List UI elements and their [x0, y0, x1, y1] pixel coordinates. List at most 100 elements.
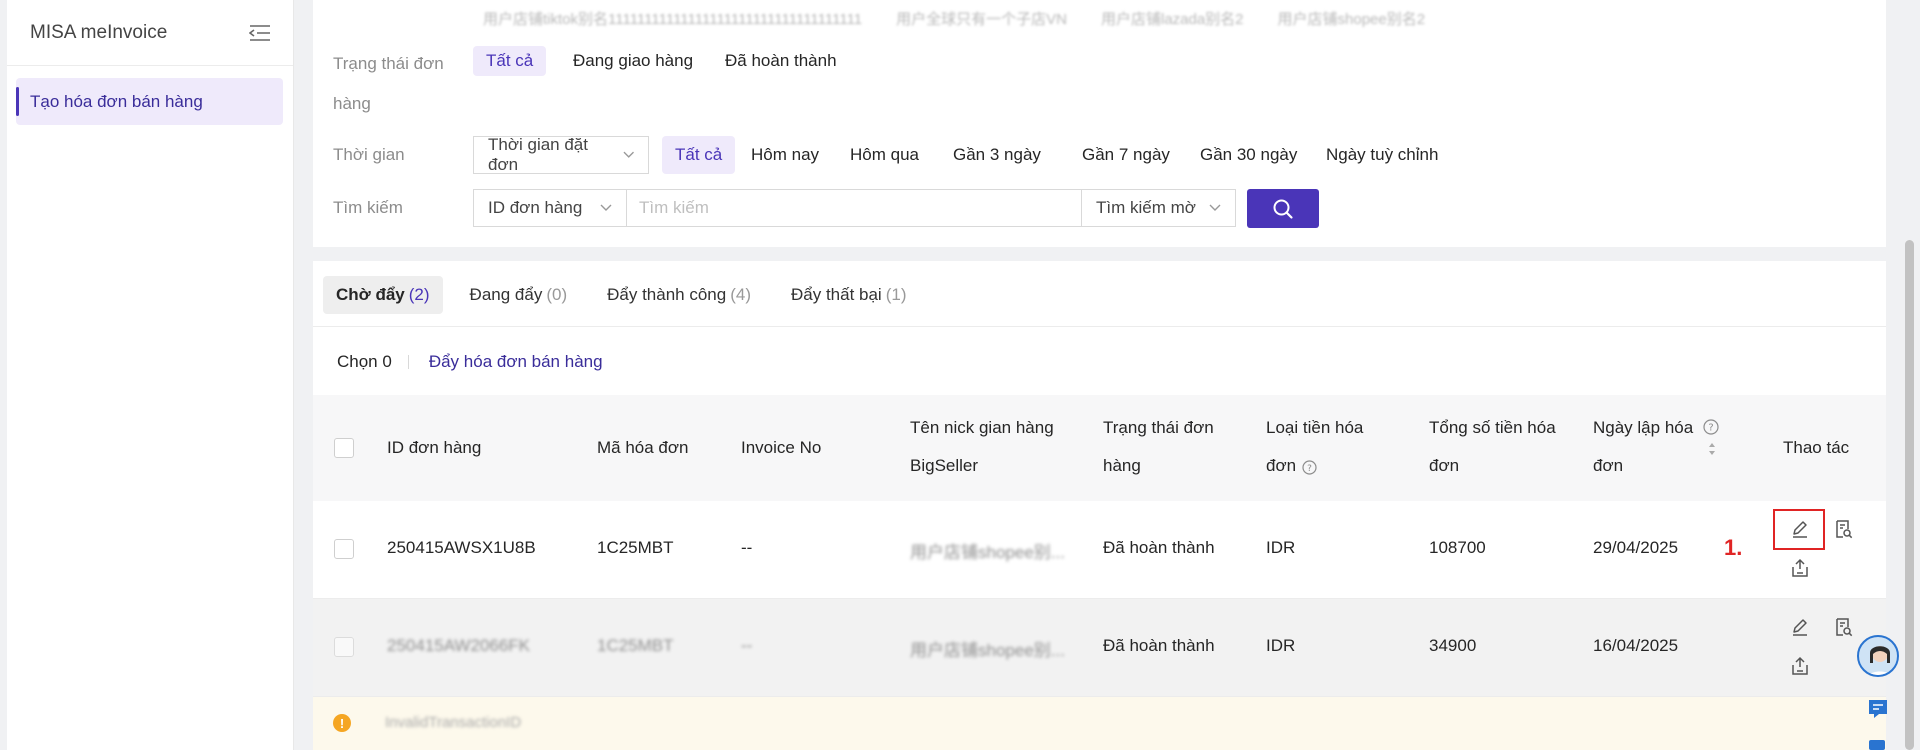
more-widget-icon[interactable] — [1869, 740, 1885, 750]
search-icon — [1273, 199, 1293, 219]
tab-pushing[interactable]: Đang đẩy (0) — [457, 276, 581, 314]
column-header-invoice-date: Ngày lập hóa — [1593, 418, 1694, 437]
store-option[interactable]: 用户店铺shopee别名2 — [1278, 8, 1426, 29]
status-option-shipping[interactable]: Đang giao hàng — [560, 46, 706, 76]
invoice-code: 1C25MBT — [597, 636, 674, 655]
page-scrollbar[interactable] — [1900, 0, 1920, 750]
store-filter-row: 用户店铺tiktok别名1111111111111111111111111111… — [483, 8, 1425, 29]
chevron-down-icon — [1209, 204, 1221, 211]
search-mode-value: Tìm kiếm mờ — [1096, 198, 1196, 217]
search-field-select[interactable]: ID đơn hàng — [473, 189, 627, 227]
column-header-invoice-code: Mã hóa đơn — [597, 438, 689, 457]
order-id[interactable]: 250415AWSX1U8B — [387, 538, 536, 558]
search-input[interactable] — [626, 189, 1082, 227]
order-status: Đã hoàn thành — [1103, 636, 1215, 655]
tab-push-failed[interactable]: Đẩy thất bại (1) — [778, 276, 920, 314]
chat-icon[interactable] — [1866, 697, 1890, 721]
invoice-no: -- — [741, 538, 753, 557]
edit-icon[interactable] — [1789, 616, 1811, 638]
currency: IDR — [1266, 538, 1296, 557]
divider — [407, 355, 409, 369]
svg-text:?: ? — [1708, 423, 1713, 434]
order-id[interactable]: 250415AW2066FK — [387, 636, 530, 656]
tab-push-success[interactable]: Đẩy thành công (4) — [594, 276, 764, 314]
brand-name: MISA meInvoice — [30, 21, 168, 43]
invoice-total: 34900 — [1429, 636, 1477, 655]
tab-count: (2) — [408, 285, 430, 304]
column-header-store-nick-line2: BigSeller — [910, 456, 979, 475]
select-all-checkbox[interactable] — [334, 438, 354, 458]
row-checkbox[interactable] — [334, 637, 354, 657]
column-header-total: Tổng số tiền hóa — [1429, 418, 1556, 437]
invoice-date: 16/04/2025 — [1593, 636, 1679, 655]
main-content: 用户店铺tiktok别名1111111111111111111111111111… — [313, 0, 1886, 750]
search-mode-select[interactable]: Tìm kiếm mờ — [1081, 189, 1236, 227]
scrollbar-thumb[interactable] — [1905, 240, 1914, 750]
store-option[interactable]: 用户店铺tiktok别名1111111111111111111111111111… — [483, 8, 862, 29]
tabs-divider — [313, 326, 1886, 327]
invoice-no: -- — [741, 636, 753, 655]
chevron-down-icon — [600, 204, 612, 211]
status-option-completed[interactable]: Đã hoàn thành — [712, 46, 850, 76]
column-header-invoice-no: Invoice No — [741, 438, 822, 457]
tab-count: (4) — [730, 285, 751, 304]
view-invoice-icon[interactable] — [1832, 518, 1854, 540]
error-message-row: ! InvalidTransactionID — [313, 697, 1886, 750]
search-button[interactable] — [1247, 189, 1319, 228]
tab-label: Đẩy thành công — [607, 285, 727, 304]
edit-icon[interactable] — [1789, 518, 1811, 540]
tab-label: Đang đẩy — [469, 285, 543, 304]
collapse-menu-icon[interactable] — [249, 24, 271, 42]
chevron-down-icon — [623, 151, 634, 158]
sort-icon[interactable] — [1707, 441, 1717, 457]
sidebar-item-create-sales-invoice[interactable]: Tạo hóa đơn bán hàng — [16, 78, 283, 125]
column-header-order-id: ID đơn hàng — [387, 438, 482, 457]
time-type-select[interactable]: Thời gian đặt đơn — [473, 135, 649, 174]
column-header-order-status: Trạng thái đơn — [1103, 418, 1214, 437]
help-icon[interactable]: ? — [1302, 460, 1317, 475]
time-option-yesterday[interactable]: Hôm qua — [837, 136, 932, 174]
status-filter-label-line2: hàng — [333, 94, 371, 113]
column-header-invoice-date-line2: đơn — [1593, 456, 1624, 475]
tab-count: (0) — [546, 285, 568, 304]
table-row: 250415AW2066FK 1C25MBT -- 用户店铺shopee别...… — [313, 599, 1886, 697]
invoice-date: 29/04/2025 — [1593, 538, 1679, 557]
invoice-total: 108700 — [1429, 538, 1486, 557]
time-option-today[interactable]: Hôm nay — [738, 136, 832, 174]
help-icon[interactable]: ? — [1703, 419, 1719, 435]
push-sales-invoice-button[interactable]: Đẩy hóa đơn bán hàng — [429, 352, 603, 372]
tab-pending[interactable]: Chờ đẩy (2) — [323, 276, 443, 314]
upload-icon[interactable] — [1789, 557, 1811, 579]
upload-icon[interactable] — [1789, 655, 1811, 677]
warning-icon: ! — [333, 714, 351, 732]
step-annotation: 1. — [1724, 535, 1743, 560]
column-header-store-nick: Tên nick gian hàng — [910, 418, 1054, 437]
column-header-currency: Loại tiền hóa — [1266, 418, 1364, 437]
time-option-30-days[interactable]: Gần 30 ngày — [1187, 136, 1310, 174]
view-invoice-icon[interactable] — [1832, 616, 1854, 638]
time-option-7-days[interactable]: Gần 7 ngày — [1069, 136, 1183, 174]
column-header-currency-line2: đơn — [1266, 456, 1297, 475]
tab-label: Đẩy thất bại — [790, 285, 882, 304]
column-header-order-status-line2: hàng — [1103, 456, 1141, 475]
store-nick: 用户店铺shopee别... — [910, 641, 1065, 660]
time-option-all[interactable]: Tất cả — [662, 136, 736, 174]
order-status: Đã hoàn thành — [1103, 538, 1215, 557]
sidebar-item-label: Tạo hóa đơn bán hàng — [30, 91, 203, 111]
table-header: ID đơn hàng Mã hóa đơn Invoice No Tên ni… — [313, 395, 1886, 501]
time-type-value: Thời gian đặt đơn — [488, 135, 588, 174]
time-option-3-days[interactable]: Gần 3 ngày — [940, 136, 1054, 174]
support-avatar[interactable] — [1857, 635, 1899, 677]
sidebar: MISA meInvoice Tạo hóa đơn bán hàng — [7, 0, 294, 750]
store-option[interactable]: 用户全球只有一个子店VN — [896, 8, 1067, 29]
selected-count: Chọn 0 — [337, 352, 392, 371]
search-field-value: ID đơn hàng — [488, 198, 583, 217]
store-option[interactable]: 用户店铺lazada别名2 — [1101, 8, 1244, 29]
time-filter-label: Thời gian — [333, 145, 405, 164]
push-status-tabs: Chờ đẩy (2) Đang đẩy (0) Đẩy thành công … — [323, 276, 930, 314]
time-option-custom[interactable]: Ngày tuỳ chỉnh — [1313, 136, 1451, 174]
order-list-panel: Chờ đẩy (2) Đang đẩy (0) Đẩy thành công … — [313, 261, 1886, 750]
status-option-all[interactable]: Tất cả — [473, 46, 547, 76]
filter-panel: 用户店铺tiktok别名1111111111111111111111111111… — [313, 0, 1886, 247]
row-checkbox[interactable] — [334, 539, 354, 559]
